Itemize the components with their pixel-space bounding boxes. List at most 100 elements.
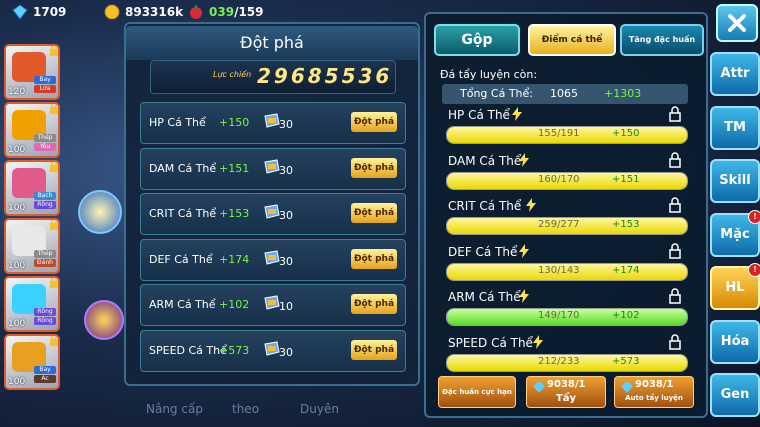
side-tab-button[interactable]: HL! [710, 263, 760, 310]
hero-card[interactable]: 100 Rồng Rồng [4, 276, 60, 332]
extreme-training-button[interactable]: Đặc huấn cực hạn [438, 376, 516, 408]
hero-card[interactable]: 100 Thép Yêu [4, 102, 60, 158]
hero-type-tag: Ác [34, 375, 56, 383]
auto-refine-label: Auto tẩy luyện [625, 394, 683, 402]
stat-name: DEF Cá Thể [448, 244, 518, 259]
stat-name: SPEED Cá Thể [448, 335, 533, 350]
lightning-icon [519, 243, 529, 258]
stat-name: DAM Cá Thể [149, 161, 217, 175]
lightning-icon [526, 198, 536, 212]
hero-level: 100 [8, 261, 26, 271]
padlock-icon[interactable] [668, 333, 682, 350]
refine-stone-label: Đá tẩy luyện còn: [440, 68, 538, 81]
breakthrough-button[interactable]: Đột phá [351, 248, 397, 269]
total-label: Tổng Cá Thể: [460, 87, 533, 100]
bag-icon[interactable] [78, 190, 122, 234]
hero-type-tag: Rồng [34, 308, 56, 316]
breakthrough-button[interactable]: Đột phá [351, 203, 397, 223]
individual-stat-row: SPEED Cá Thể 212/233 +573 [440, 333, 692, 378]
material-count: 30 [279, 345, 293, 359]
side-tab-button[interactable]: TM [710, 105, 760, 150]
lock-icon [50, 162, 58, 172]
follow-label: theo [232, 402, 260, 416]
individual-stat-row: CRIT Cá Thể 259/277 +153 [440, 197, 692, 241]
panel-title: Đột phá [126, 26, 418, 60]
gold-counter: 893316k [104, 4, 183, 20]
material-count: 30 [279, 118, 293, 131]
side-tab-button[interactable]: Mặc! [710, 209, 760, 257]
padlock-icon[interactable] [668, 151, 682, 168]
stamina-current: 039 [209, 5, 235, 19]
lightning-icon [519, 152, 529, 167]
material-count: 30 [279, 163, 293, 177]
padlock-icon[interactable] [668, 106, 682, 122]
lightning-icon [519, 289, 529, 303]
hero-type-tag: Lửa [34, 85, 56, 93]
side-tab-button[interactable]: Gen [710, 373, 760, 417]
tab-individual-points[interactable]: Điểm cá thể [528, 24, 616, 56]
lock-icon [50, 104, 58, 114]
lock-icon [50, 278, 58, 288]
total-value: 1065 [550, 87, 578, 100]
breakthrough-button[interactable]: Đột phá [351, 339, 397, 360]
hero-list: 120 Bay Lửa 100 Thép Yêu 100 Bạch Rồng 1… [0, 38, 62, 427]
stat-bonus: +174 [219, 252, 250, 266]
breakthrough-button[interactable]: Đột phá [351, 294, 397, 314]
stat-bonus: +153 [219, 207, 250, 220]
stat-name: HP Cá Thể [149, 116, 206, 129]
gems-counter: 1709 [12, 4, 66, 20]
stat-bonus: +150 [219, 116, 250, 129]
lightning-icon [533, 334, 543, 349]
tab-special-training[interactable]: Tăng đặc huấn [620, 24, 704, 56]
breakthrough-row: DAM Cá Thể +151 30 Đột phá [140, 147, 406, 190]
stat-bonus: +151 [612, 173, 640, 185]
side-tab-label: Mặc [720, 226, 750, 242]
stat-name: DAM Cá Thể [448, 153, 522, 168]
notification-badge: ! [748, 263, 760, 277]
stat-progress-text: 212/233 [538, 355, 580, 367]
stat-name: ARM Cá Thể [448, 290, 521, 304]
padlock-icon[interactable] [668, 288, 682, 304]
side-tab-button[interactable]: Hóa [710, 319, 760, 364]
individual-stats-panel: Gộp Điểm cá thể Tăng đặc huấn Đá tẩy luy… [424, 12, 708, 418]
lock-icon [50, 336, 58, 346]
lock-icon [50, 220, 58, 230]
padlock-icon[interactable] [668, 242, 682, 259]
stat-name: HP Cá Thể [448, 108, 510, 122]
side-tab-label: Gen [720, 387, 750, 402]
individual-stat-row: DAM Cá Thể 160/170 +151 [440, 151, 692, 196]
stat-name: CRIT Cá Thể [149, 207, 217, 220]
stamina-counter: 039 /159 [188, 4, 264, 20]
breakthrough-button[interactable]: Đột phá [351, 112, 397, 132]
side-tab-label: TM [724, 119, 746, 135]
stat-bonus: +102 [219, 298, 250, 311]
hero-type-tag: Yêu [34, 143, 56, 151]
auto-refine-button[interactable]: 9038/1 Auto tẩy luyện [614, 376, 694, 408]
bond-label: Duyên [300, 402, 339, 416]
hero-type-tag: Đánh [34, 259, 56, 267]
hero-type-tag: Thép [34, 134, 56, 142]
breakthrough-button[interactable]: Đột phá [351, 157, 397, 178]
tab-merge[interactable]: Gộp [434, 24, 520, 56]
stat-name: SPEED Cá Thể [149, 343, 227, 357]
hero-card[interactable]: 120 Bay Lửa [4, 44, 60, 100]
star-emblem-icon[interactable] [84, 300, 124, 340]
hero-card[interactable]: 100 Bay Ác [4, 334, 60, 390]
side-tab-button[interactable]: Attr [710, 52, 760, 96]
hero-level: 100 [8, 319, 26, 329]
side-tab-button[interactable]: Skill [710, 159, 760, 203]
padlock-icon[interactable] [668, 197, 682, 213]
close-button[interactable] [716, 4, 758, 42]
stat-bonus: +573 [219, 343, 250, 357]
stat-bonus: +151 [219, 161, 250, 175]
combat-power-value: 29685536 [257, 64, 393, 88]
lightning-icon [512, 107, 522, 121]
hero-card[interactable]: 100 Thép Đánh [4, 218, 60, 274]
hero-card[interactable]: 100 Bạch Rồng [4, 160, 60, 216]
refine-button[interactable]: 9038/1 Tẩy [526, 376, 606, 408]
combat-power-box: Lực chiến 29685536 [150, 60, 396, 94]
close-icon [728, 14, 746, 32]
total-bonus: +1303 [604, 87, 642, 100]
refine-count: 9038/1 [547, 379, 586, 390]
gold-value: 893316k [125, 5, 184, 19]
